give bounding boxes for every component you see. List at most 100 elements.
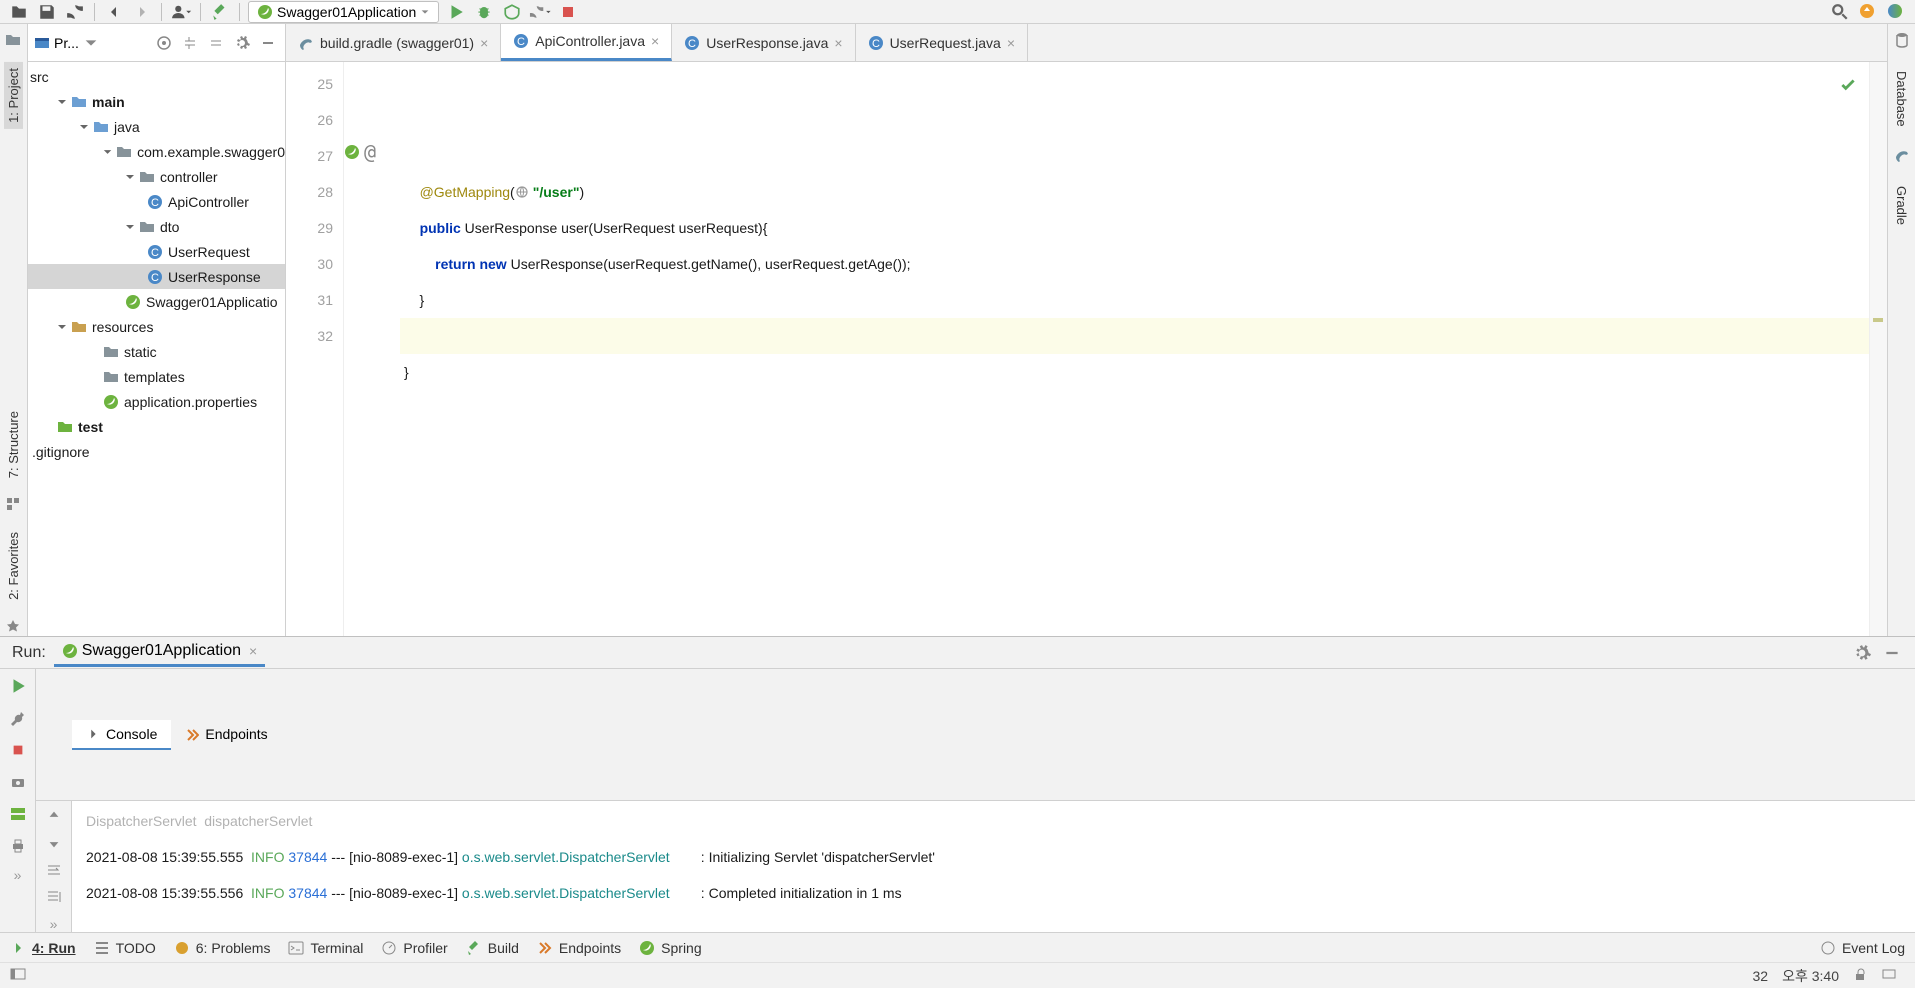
updates-icon[interactable] — [1857, 1, 1879, 23]
close-icon[interactable]: × — [651, 33, 659, 49]
favorites-tool-tab[interactable]: 2: Favorites — [4, 526, 23, 606]
ide-icon[interactable] — [1885, 1, 1907, 23]
tab-build-gradle[interactable]: build.gradle (swagger01)× — [286, 24, 501, 61]
spring-gutter-icon[interactable] — [344, 144, 360, 160]
lock-icon[interactable] — [1853, 967, 1867, 984]
stop-icon[interactable] — [557, 1, 579, 23]
profiler-tab-button[interactable]: Profiler — [381, 940, 447, 956]
tab-apicontroller[interactable]: CApiController.java× — [501, 24, 672, 61]
user-icon[interactable] — [170, 1, 192, 23]
print-icon[interactable] — [7, 835, 29, 857]
url-nav-icon[interactable] — [515, 185, 533, 199]
tab-userresponse[interactable]: CUserResponse.java× — [672, 24, 855, 61]
event-log-button[interactable]: Event Log — [1820, 940, 1905, 956]
run-icon[interactable] — [445, 1, 467, 23]
todo-tab-button[interactable]: TODO — [94, 940, 156, 956]
stop-run-icon[interactable] — [7, 739, 29, 761]
profile-icon[interactable] — [529, 1, 551, 23]
tree-apicontroller[interactable]: CApiController — [28, 189, 285, 214]
editor-tabs: build.gradle (swagger01)× CApiController… — [286, 24, 1887, 62]
build-icon[interactable] — [209, 1, 231, 23]
expand-all-icon[interactable] — [179, 32, 201, 54]
console-action-bar: » — [36, 801, 72, 932]
tree-controller[interactable]: controller — [28, 164, 285, 189]
project-tool-tab[interactable]: 1: Project — [4, 62, 23, 129]
save-icon[interactable] — [36, 1, 58, 23]
panel-hide-icon[interactable] — [257, 32, 279, 54]
rerun-icon[interactable] — [7, 675, 29, 697]
endpoints-tab[interactable]: Endpoints — [171, 720, 281, 750]
more-console-icon[interactable]: » — [50, 916, 58, 932]
editor-error-strip[interactable] — [1869, 62, 1887, 636]
tree-test[interactable]: test — [28, 414, 285, 439]
console-tab[interactable]: Console — [72, 720, 171, 750]
bottom-tool-bar: 4: Run TODO 6: Problems Terminal Profile… — [0, 932, 1915, 962]
panel-gear-icon[interactable] — [231, 32, 253, 54]
project-tree[interactable]: src main java com.example.swagger0 contr… — [28, 62, 285, 636]
tree-gitignore[interactable]: .gitignore — [28, 439, 285, 464]
build-tab-button[interactable]: Build — [466, 940, 519, 956]
tree-static[interactable]: static — [28, 339, 285, 364]
spring-tab-button[interactable]: Spring — [639, 940, 701, 956]
tree-userrequest[interactable]: CUserRequest — [28, 239, 285, 264]
scroll-end-icon[interactable] — [43, 889, 65, 906]
layout-icon[interactable] — [7, 803, 29, 825]
select-opened-icon[interactable] — [153, 32, 175, 54]
close-icon[interactable]: × — [834, 35, 842, 51]
sync-icon[interactable] — [64, 1, 86, 23]
soft-wrap-icon[interactable] — [43, 862, 65, 879]
tree-templates[interactable]: templates — [28, 364, 285, 389]
svg-text:C: C — [151, 197, 159, 209]
status-bar: 32 오후 3:40 — [0, 962, 1915, 988]
search-everywhere-icon[interactable] — [1829, 1, 1851, 23]
inspection-ok-icon[interactable] — [1839, 70, 1857, 106]
tree-appprops[interactable]: application.properties — [28, 389, 285, 414]
tool-windows-icon[interactable] — [10, 966, 26, 985]
close-icon[interactable]: × — [1007, 35, 1015, 51]
console-output[interactable]: DispatcherServlet dispatcherServlet2021-… — [72, 801, 1915, 932]
run-tab-button[interactable]: 4: Run — [10, 940, 76, 956]
wrench-icon[interactable] — [7, 707, 29, 729]
close-icon[interactable]: × — [249, 643, 257, 659]
gradle-tool-icon[interactable] — [1894, 147, 1910, 166]
camera-icon[interactable] — [7, 771, 29, 793]
run-config-tab[interactable]: Swagger01Application × — [54, 638, 265, 667]
back-icon[interactable] — [103, 1, 125, 23]
svg-text:C: C — [872, 38, 880, 50]
run-config-selector[interactable]: Swagger01Application — [248, 1, 439, 23]
tree-swaggerapp[interactable]: Swagger01Applicatio — [28, 289, 285, 314]
database-tool-icon[interactable] — [1894, 32, 1910, 51]
tree-resources[interactable]: resources — [28, 314, 285, 339]
tree-userresponse[interactable]: CUserResponse — [28, 264, 285, 289]
coverage-icon[interactable] — [501, 1, 523, 23]
close-icon[interactable]: × — [480, 35, 488, 51]
open-icon[interactable] — [8, 1, 30, 23]
tree-java[interactable]: java — [28, 114, 285, 139]
run-hide-icon[interactable] — [1881, 642, 1903, 664]
project-view-selector[interactable]: Pr... — [34, 35, 99, 51]
problems-tab-button[interactable]: 6: Problems — [174, 940, 271, 956]
code-editor[interactable]: @GetMapping("/user") public UserResponse… — [400, 62, 1869, 636]
gutter-icons: @ — [344, 62, 400, 636]
more-icon[interactable]: » — [14, 867, 22, 883]
tree-src[interactable]: src — [28, 64, 285, 89]
terminal-tab-button[interactable]: Terminal — [288, 940, 363, 956]
gradle-tool-tab[interactable]: Gradle — [1892, 180, 1911, 231]
memory-icon[interactable] — [1881, 966, 1897, 985]
tree-main[interactable]: main — [28, 89, 285, 114]
endpoints-tab-button[interactable]: Endpoints — [537, 940, 621, 956]
run-gear-icon[interactable] — [1851, 642, 1873, 664]
tab-userrequest[interactable]: CUserRequest.java× — [856, 24, 1028, 61]
scroll-up-icon[interactable] — [43, 807, 65, 824]
editor-body[interactable]: 25 26 27 28 29 30 31 32 @ @GetMapping("/… — [286, 62, 1887, 636]
database-tool-tab[interactable]: Database — [1892, 65, 1911, 133]
tree-dto[interactable]: dto — [28, 214, 285, 239]
tree-package[interactable]: com.example.swagger0 — [28, 139, 285, 164]
structure-tool-tab[interactable]: 7: Structure — [4, 405, 23, 484]
collapse-all-icon[interactable] — [205, 32, 227, 54]
debug-icon[interactable] — [473, 1, 495, 23]
column-indicator[interactable]: 32 — [1753, 968, 1769, 984]
forward-icon[interactable] — [131, 1, 153, 23]
project-tool-icon[interactable] — [5, 32, 23, 50]
scroll-down-icon[interactable] — [43, 834, 65, 851]
